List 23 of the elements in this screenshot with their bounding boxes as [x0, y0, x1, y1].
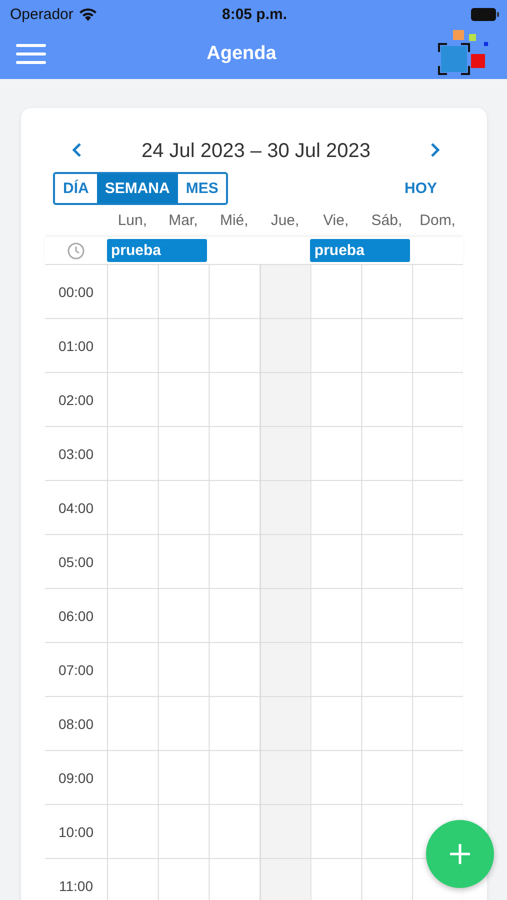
carrier-name: Operador — [10, 6, 74, 22]
today-button[interactable]: HOY — [398, 179, 443, 198]
page-title: Agenda — [206, 42, 276, 64]
wifi-icon — [79, 7, 98, 21]
day-header: Lun, — [116, 211, 148, 231]
date-range: 24 Jul 2023 – 30 Jul 2023 — [141, 140, 371, 162]
view-tab[interactable]: SEMANA — [96, 174, 178, 203]
day-header: Jue, — [270, 211, 300, 231]
chevron-left-icon — [71, 142, 83, 158]
day-header: Dom, — [418, 211, 456, 231]
clock-time: 8:05 p.m. — [222, 6, 288, 22]
day-header: Mar, — [168, 211, 199, 231]
chevron-right-icon — [428, 142, 441, 158]
battery-icon — [471, 8, 499, 20]
event-chip[interactable]: prueba — [107, 239, 207, 262]
day-header: Vie, — [322, 211, 350, 231]
day-header: Mié, — [218, 211, 250, 231]
event-chip[interactable]: prueba — [310, 239, 410, 262]
plus-icon — [448, 842, 472, 866]
clock-icon — [67, 242, 85, 260]
menu-icon[interactable] — [16, 44, 46, 64]
day-header: Sáb, — [370, 211, 404, 231]
app-logo-icon — [437, 30, 491, 78]
